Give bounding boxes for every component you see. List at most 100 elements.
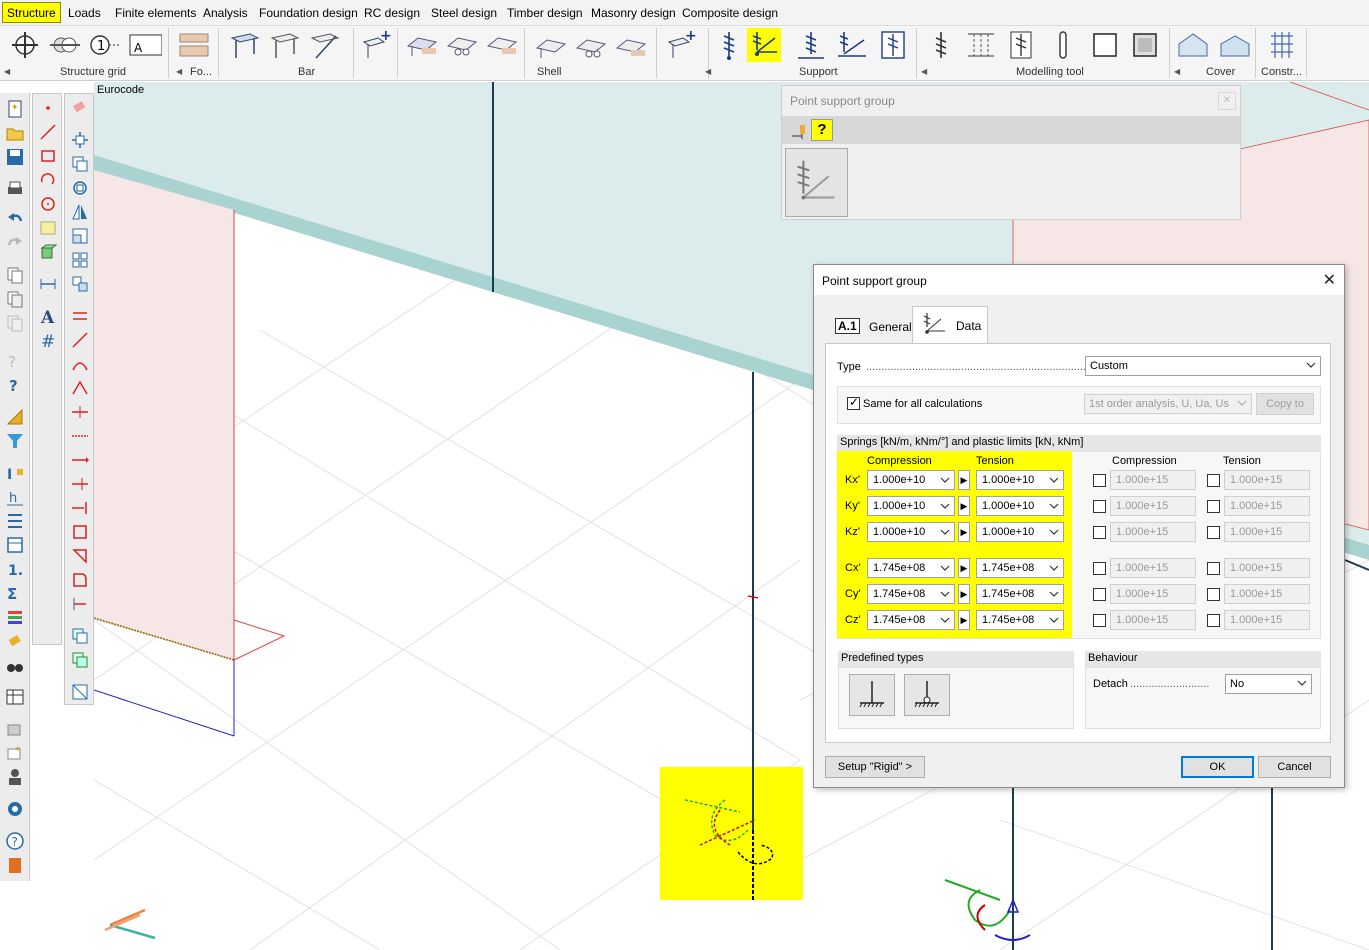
menu-structure[interactable]: Structure [2,2,61,23]
sum-icon[interactable]: Σ [5,583,25,603]
kz-plastic-compression-checkbox[interactable] [1093,526,1106,539]
group-icon[interactable] [70,626,90,646]
surface-support-icon[interactable] [876,28,910,62]
line-support-icon[interactable] [794,28,828,62]
cx-tension-input[interactable]: 1.745e+08 [976,558,1064,578]
detach-select[interactable]: No [1225,674,1312,694]
ky-plastic-compression-input[interactable]: 1.000e+15 [1110,496,1196,516]
point-support-group-icon[interactable] [747,28,781,62]
scroll-left-icon[interactable]: ◀ [4,67,10,76]
cz-tension-input[interactable]: 1.745e+08 [976,610,1064,630]
open-icon[interactable] [5,123,25,143]
kx-plastic-compression-checkbox[interactable] [1093,474,1106,487]
copy-right-arrow-icon[interactable]: ▶ [958,496,970,516]
ky-plastic-tension-input[interactable]: 1.000e+15 [1224,496,1310,516]
pinned-support-icon[interactable] [904,674,950,716]
kx-compression-input[interactable]: 1.000e+10 [867,470,955,490]
grid-point-icon[interactable] [8,28,42,62]
kx-tension-input[interactable]: 1.000e+10 [976,470,1064,490]
distribute-icon[interactable] [5,511,25,531]
menu-analysis[interactable]: Analysis [203,6,248,20]
kz-plastic-tension-input[interactable]: 1.000e+15 [1224,522,1310,542]
numbering-icon[interactable]: 1. [5,559,25,579]
cover-roof-icon[interactable] [1176,28,1210,62]
menu-steel-design[interactable]: Steel design [431,6,497,20]
binoculars-icon[interactable] [5,655,25,675]
pin-icon[interactable] [790,122,808,140]
foundation-icon[interactable] [177,28,211,62]
kx-plastic-compression-input[interactable]: 1.000e+15 [1110,470,1196,490]
menu-masonry-design[interactable]: Masonry design [591,6,676,20]
redo-icon[interactable] [5,233,25,253]
shell-wall-icon[interactable] [444,28,478,62]
move-icon[interactable] [70,130,90,150]
construction-grid-icon[interactable] [1265,28,1299,62]
close-icon[interactable]: ✕ [1323,270,1336,290]
rotate-icon[interactable] [70,178,90,198]
cz-compression-input[interactable]: 1.745e+08 [867,610,955,630]
draw-box-icon[interactable] [38,242,58,262]
cz-plastic-compression-input[interactable]: 1.000e+15 [1110,610,1196,630]
corner-icon[interactable] [70,546,90,566]
copy-right-arrow-icon[interactable]: ▶ [958,610,970,630]
paste-icon[interactable] [5,289,25,309]
cy-compression-input[interactable]: 1.745e+08 [867,584,955,604]
settings-gear-icon[interactable] [5,799,25,819]
menu-finite-elements[interactable]: Finite elements [115,6,196,20]
bar-beam-icon[interactable] [228,28,262,62]
cz-plastic-tension-checkbox[interactable] [1207,614,1220,627]
shell-plate-icon[interactable] [404,28,438,62]
section-icon[interactable]: I [5,463,25,483]
cx-plastic-compression-checkbox[interactable] [1093,562,1106,575]
grid-text-icon[interactable]: A [128,28,163,62]
cz-plastic-compression-checkbox[interactable] [1093,614,1106,627]
ungroup-icon[interactable] [70,650,90,670]
draw-line-icon[interactable] [38,122,58,142]
kz-tension-input[interactable]: 1.000e+10 [976,522,1064,542]
hatch-icon[interactable] [70,682,90,702]
menu-timber-design[interactable]: Timber design [507,6,583,20]
springs-icon[interactable] [964,28,998,62]
bar-truss-icon[interactable] [308,28,342,62]
psg-close-icon[interactable]: ✕ [1218,92,1236,110]
stack-icon[interactable] [5,719,25,739]
help-pointer-icon[interactable]: ? [5,351,25,371]
new-icon[interactable]: ✦ [5,99,25,119]
menu-foundation-design[interactable]: Foundation design [259,6,358,20]
bar-add-icon[interactable]: + [360,28,394,62]
split-icon[interactable] [70,402,90,422]
ky-plastic-tension-checkbox[interactable] [1207,500,1220,513]
kx-plastic-tension-input[interactable]: 1.000e+15 [1224,470,1310,490]
shell-ribbed-icon[interactable] [613,28,647,62]
cx-compression-input[interactable]: 1.745e+08 [867,558,955,578]
shell-openings-icon[interactable] [573,28,607,62]
align-icon[interactable] [70,274,90,294]
layout-icon[interactable] [5,535,25,555]
dimension-icon[interactable] [38,274,58,294]
region-icon[interactable] [1088,28,1122,62]
setup-rigid-button[interactable]: Setup "Rigid" > [825,756,925,778]
grid-label-icon[interactable]: 1 [88,28,122,62]
spring-icon[interactable] [924,28,958,62]
cy-plastic-compression-checkbox[interactable] [1093,588,1106,601]
shell-slab-icon[interactable] [484,28,518,62]
layers-icon[interactable] [5,607,25,627]
extend-icon[interactable] [70,330,90,350]
copy-to-button[interactable]: Copy to [1256,393,1314,415]
ky-plastic-compression-checkbox[interactable] [1093,500,1106,513]
offset-icon[interactable] [70,306,90,326]
region-filled-icon[interactable] [1128,28,1162,62]
kz-plastic-tension-checkbox[interactable] [1207,526,1220,539]
join-icon[interactable] [70,498,90,518]
menu-composite-design[interactable]: Composite design [682,6,778,20]
filter-icon[interactable] [5,431,25,451]
table-icon[interactable] [5,687,25,707]
ky-tension-input[interactable]: 1.000e+10 [976,496,1064,516]
draw-rectangle-icon[interactable] [38,146,58,166]
draw-point-icon[interactable] [38,98,58,118]
erase-icon[interactable] [70,98,90,118]
shell-add-icon[interactable]: + [665,28,699,62]
print-icon[interactable] [5,179,25,199]
measure-icon[interactable] [5,407,25,427]
break-icon[interactable] [70,474,90,494]
